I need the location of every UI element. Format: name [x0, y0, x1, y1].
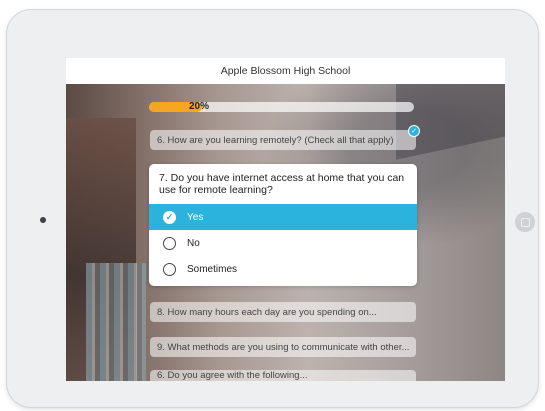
checkmark-icon: ✓	[163, 210, 176, 224]
question-9-text: 9. What methods are you using to communi…	[157, 341, 410, 353]
check-circle-icon: ✓	[408, 125, 420, 137]
option-no-label: No	[187, 237, 200, 249]
progress-bar: 20%	[149, 102, 414, 112]
question-6[interactable]: 6. How are you learning remotely? (Check…	[150, 130, 416, 150]
option-sometimes-label: Sometimes	[187, 263, 238, 275]
progress-label: 20%	[189, 102, 210, 112]
question-8-text: 8. How many hours each day are you spend…	[157, 306, 377, 318]
option-yes[interactable]: ✓ Yes	[149, 204, 417, 230]
question-8[interactable]: 8. How many hours each day are you spend…	[150, 302, 416, 322]
radio-icon	[163, 236, 176, 250]
question-6-text: 6. How are you learning remotely? (Check…	[157, 134, 394, 146]
header-bar: Apple Blossom High School	[66, 58, 505, 84]
radio-icon	[163, 262, 176, 276]
option-no[interactable]: No	[149, 230, 417, 256]
option-yes-label: Yes	[187, 211, 204, 223]
survey-screen: Apple Blossom High School 20% 6. How are…	[66, 58, 505, 381]
question-9[interactable]: 9. What methods are you using to communi…	[150, 337, 416, 357]
question-7-card: 7. Do you have internet access at home t…	[149, 164, 417, 286]
tablet-frame: Apple Blossom High School 20% 6. How are…	[7, 10, 538, 407]
question-10[interactable]: 6. Do you agree with the following...	[150, 370, 416, 381]
camera-icon	[40, 217, 46, 223]
question-10-text: 6. Do you agree with the following...	[157, 370, 308, 381]
background-books	[86, 263, 146, 381]
home-button[interactable]	[515, 212, 535, 232]
page-title: Apple Blossom High School	[220, 65, 351, 77]
option-sometimes[interactable]: Sometimes	[149, 256, 417, 282]
question-7-text: 7. Do you have internet access at home t…	[159, 172, 405, 196]
home-button-icon	[520, 217, 530, 227]
